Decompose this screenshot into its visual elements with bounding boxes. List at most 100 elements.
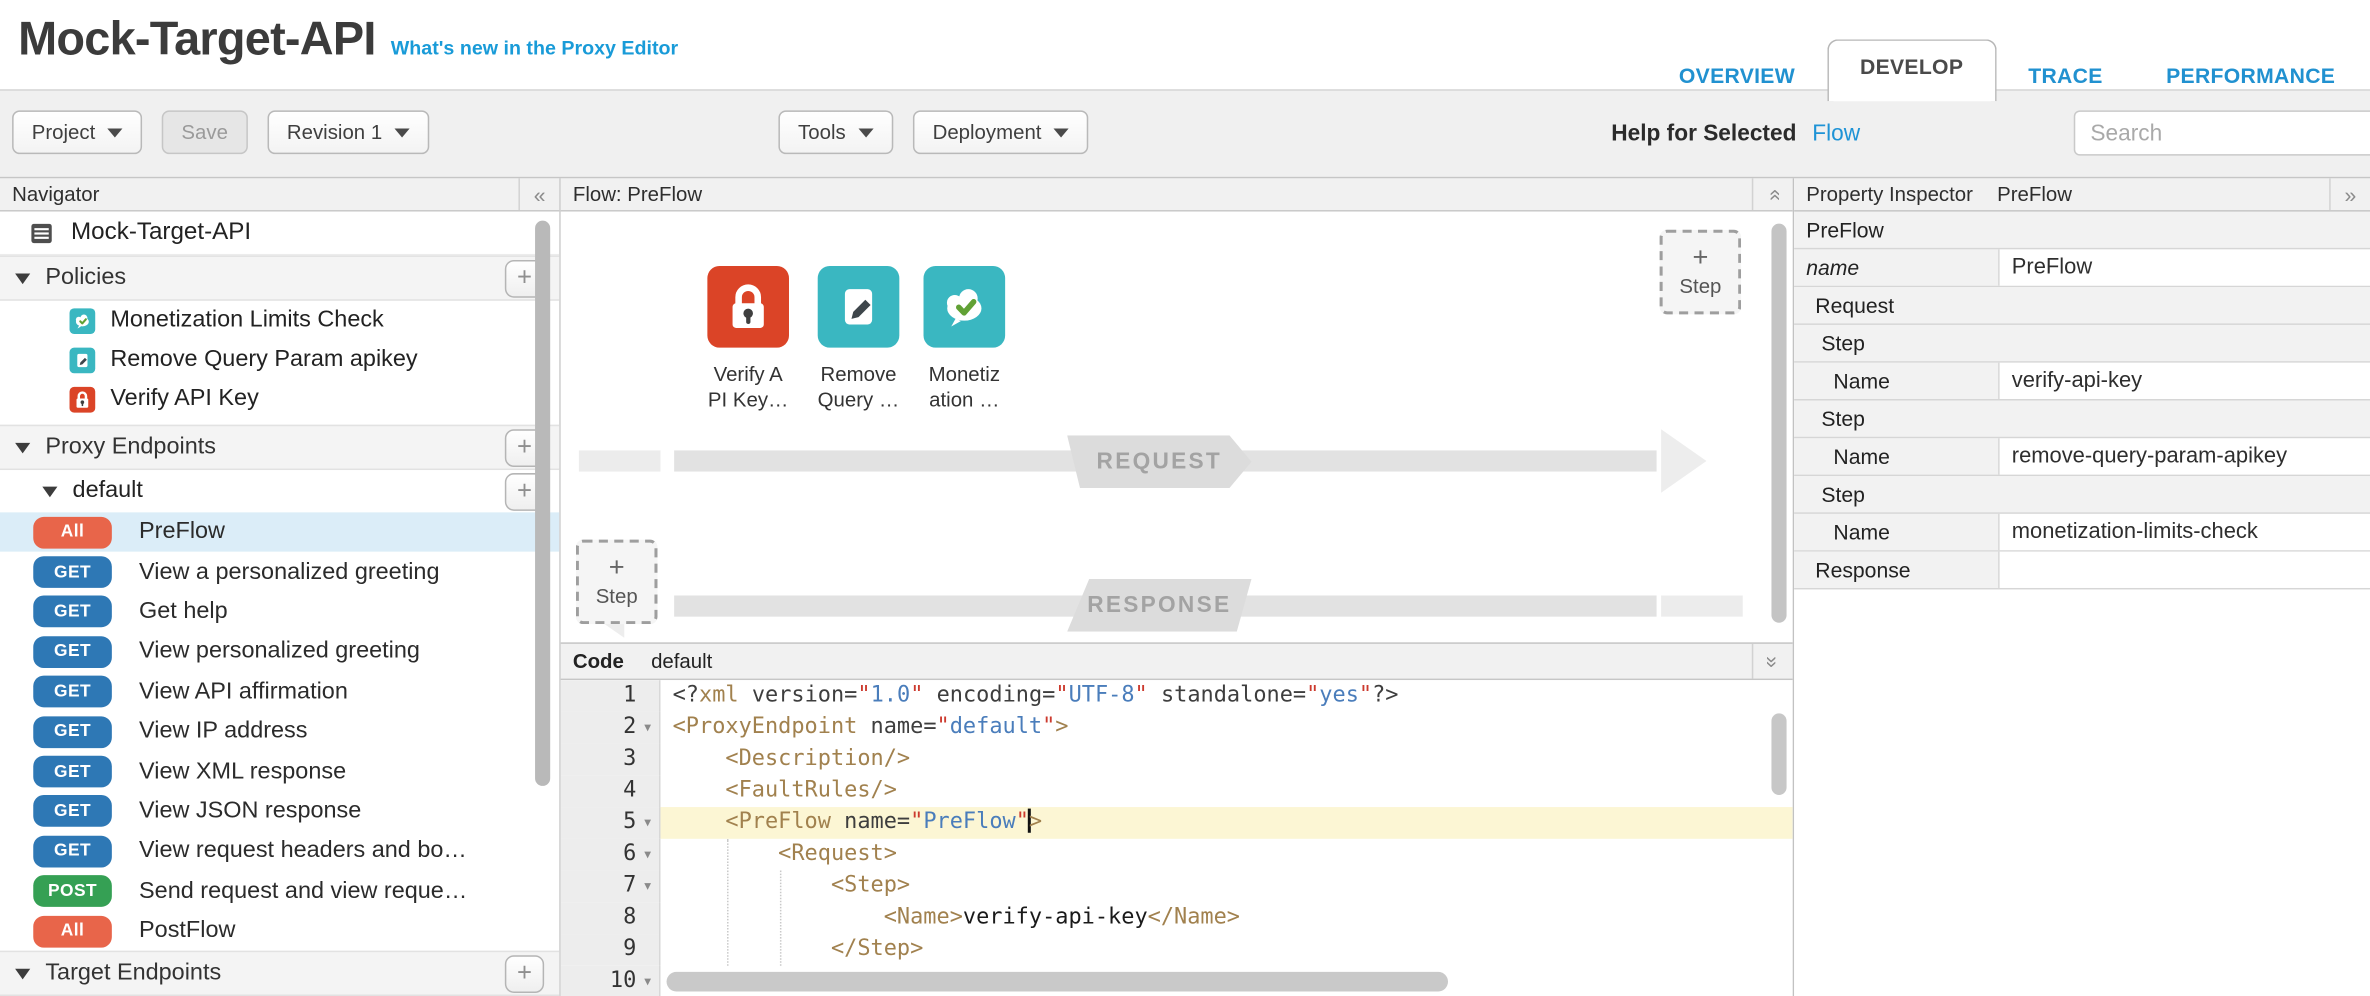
navigator-scrollbar[interactable] bbox=[535, 221, 550, 786]
code-line-content: <FaultRules/> bbox=[661, 775, 1793, 807]
tab-performance[interactable]: PERFORMANCE bbox=[2134, 51, 2367, 101]
code-line-3[interactable]: 3 <Description/> bbox=[561, 744, 1793, 776]
tab-develop[interactable]: DEVELOP bbox=[1827, 39, 1997, 101]
add-step-button-bottom[interactable]: Step bbox=[576, 540, 658, 625]
collapse-navigator-icon[interactable]: « bbox=[518, 178, 559, 210]
navigator-tree: Mock-Target-APIPoliciesMonetization Limi… bbox=[0, 212, 559, 996]
nav-flow-view-ip-address[interactable]: GETView IP address bbox=[0, 712, 559, 752]
nav-flow-view-personalized-greeting[interactable]: GETView personalized greeting bbox=[0, 632, 559, 672]
nav-policy-remove-query-param-apikey[interactable]: Remove Query Param apikey bbox=[0, 340, 559, 379]
fold-caret-icon[interactable]: ▾ bbox=[636, 966, 659, 996]
fold-caret-icon[interactable]: ▾ bbox=[636, 807, 659, 839]
code-horizontal-scrollbar[interactable] bbox=[667, 972, 1448, 992]
lock-icon bbox=[707, 266, 789, 348]
navigator-panel: Navigator « Mock-Target-APIPoliciesMonet… bbox=[0, 178, 561, 996]
nav-flow-view-json-response[interactable]: GETView JSON response bbox=[0, 792, 559, 832]
chevron-down-icon bbox=[1054, 128, 1069, 137]
chevron-down-icon bbox=[394, 128, 409, 137]
help-flow-link[interactable]: Flow bbox=[1812, 121, 1860, 147]
nav-flow-view-xml-response[interactable]: GETView XML response bbox=[0, 752, 559, 792]
save-button[interactable]: Save bbox=[162, 110, 248, 154]
nav-flow-send-request-and-view-reque[interactable]: POSTSend request and view reque… bbox=[0, 871, 559, 911]
screen: Mock-Target-API What's new in the Proxy … bbox=[0, 0, 2370, 996]
flow-canvas[interactable]: Verify API Key… RemoveQuery …Monetization… bbox=[561, 212, 1793, 643]
property-row-name-preflow: namePreFlow bbox=[1794, 249, 2370, 287]
nav-section-policies[interactable]: Policies bbox=[0, 255, 559, 300]
code-line-content: </Step> bbox=[661, 934, 1793, 966]
property-value-field[interactable] bbox=[2000, 552, 2370, 588]
pencil-icon bbox=[818, 266, 900, 348]
method-badge: All bbox=[33, 516, 112, 548]
property-row-name-monetization-limits-check: Namemonetization-limits-check bbox=[1794, 514, 2370, 552]
property-value-field[interactable]: verify-api-key bbox=[2000, 363, 2370, 399]
code-line-2[interactable]: 2▾<ProxyEndpoint name="default"> bbox=[561, 712, 1793, 744]
code-line-1[interactable]: 1<?xml version="1.0" encoding="UTF-8" st… bbox=[561, 680, 1793, 712]
toolbar: Project Save Revision 1 Tools Deployment… bbox=[0, 89, 2370, 178]
nav-flow-get-help[interactable]: GETGet help bbox=[0, 592, 559, 632]
code-line-4[interactable]: 4 <FaultRules/> bbox=[561, 775, 1793, 807]
nav-root-mock-target-api[interactable]: Mock-Target-API bbox=[0, 212, 559, 256]
nav-section-target-endpoints[interactable]: Target Endpoints bbox=[0, 951, 559, 996]
code-vertical-scrollbar[interactable] bbox=[1771, 713, 1786, 795]
nav-flow-view-request-headers-and-bo[interactable]: GETView request headers and bo… bbox=[0, 831, 559, 871]
code-line-5[interactable]: 5▾ <PreFlow name="PreFlow"> bbox=[561, 807, 1793, 839]
add-step-button-top[interactable]: Step bbox=[1660, 230, 1742, 315]
flow-panel-title: Flow: PreFlow bbox=[573, 183, 702, 206]
nav-flow-view-a-personalized-greeting[interactable]: GETView a personalized greeting bbox=[0, 552, 559, 592]
collapse-code-icon[interactable]: » bbox=[1752, 644, 1793, 679]
gutter: 4 bbox=[561, 775, 661, 807]
property-label: Name bbox=[1794, 438, 2000, 474]
caret-down-icon bbox=[15, 442, 30, 453]
project-button[interactable]: Project bbox=[12, 110, 142, 154]
gutter: 6▾ bbox=[561, 839, 661, 871]
nav-flow-postflow[interactable]: AllPostFlow bbox=[0, 911, 559, 951]
nav-flow-preflow[interactable]: AllPreFlow bbox=[0, 512, 559, 552]
code-line-8[interactable]: 8 <Name>verify-api-key</Name> bbox=[561, 902, 1793, 934]
property-value-field[interactable]: monetization-limits-check bbox=[2000, 514, 2370, 550]
nav-flow-view-api-affirmation[interactable]: GETView API affirmation bbox=[0, 672, 559, 712]
caret-down-icon bbox=[42, 486, 57, 497]
plus-icon bbox=[609, 556, 625, 577]
method-badge: GET bbox=[33, 596, 112, 628]
code-line-9[interactable]: 9 </Step> bbox=[561, 934, 1793, 966]
revision-button[interactable]: Revision 1 bbox=[267, 110, 429, 154]
nav-policy-verify-api-key[interactable]: Verify API Key bbox=[0, 379, 559, 418]
collapse-inspector-icon[interactable]: » bbox=[2329, 178, 2370, 210]
property-inspector-title: Property Inspector bbox=[1806, 183, 1973, 206]
code-panel-title: Code bbox=[573, 650, 624, 673]
flow-step-remove-query-param-apikey[interactable]: RemoveQuery … bbox=[815, 266, 903, 413]
main-area: Navigator « Mock-Target-APIPoliciesMonet… bbox=[0, 178, 2370, 996]
search-input[interactable] bbox=[2074, 110, 2370, 155]
gutter: 3 bbox=[561, 744, 661, 776]
fold-caret-icon[interactable]: ▾ bbox=[636, 871, 659, 903]
property-label: name bbox=[1794, 249, 2000, 285]
nav-section-default[interactable]: default bbox=[0, 470, 559, 512]
property-value-field[interactable]: remove-query-param-apikey bbox=[2000, 438, 2370, 474]
response-arrow-stub bbox=[1661, 595, 1743, 616]
gutter: 10▾ bbox=[561, 966, 661, 996]
property-section-step: Step bbox=[1794, 476, 2370, 514]
nav-section-proxy-endpoints[interactable]: Proxy Endpoints bbox=[0, 425, 559, 470]
whats-new-link[interactable]: What's new in the Proxy Editor bbox=[391, 36, 678, 59]
method-badge: POST bbox=[33, 875, 112, 907]
code-line-6[interactable]: 6▾ <Request> bbox=[561, 839, 1793, 871]
tools-button[interactable]: Tools bbox=[778, 110, 892, 154]
code-line-content: <PreFlow name="PreFlow"> bbox=[661, 807, 1793, 839]
nav-policy-monetization-limits-check[interactable]: Monetization Limits Check bbox=[0, 301, 559, 340]
collapse-flow-icon[interactable]: » bbox=[1752, 178, 1793, 210]
deployment-button[interactable]: Deployment bbox=[913, 110, 1088, 154]
lock-icon bbox=[70, 386, 96, 412]
flow-step-verify-api-key[interactable]: Verify API Key… bbox=[704, 266, 792, 413]
fold-caret-icon[interactable]: ▾ bbox=[636, 839, 659, 871]
add-target-endpoints-button[interactable] bbox=[505, 955, 544, 993]
code-editor[interactable]: 1<?xml version="1.0" encoding="UTF-8" st… bbox=[561, 680, 1793, 996]
tab-overview[interactable]: OVERVIEW bbox=[1647, 51, 1827, 101]
tab-trace[interactable]: TRACE bbox=[1996, 51, 2134, 101]
code-panel-subtitle: default bbox=[651, 650, 712, 673]
flow-step-monetization-limits-check[interactable]: Monetization … bbox=[920, 266, 1008, 413]
property-value-field[interactable]: PreFlow bbox=[2000, 249, 2370, 285]
fold-caret-icon[interactable]: ▾ bbox=[636, 712, 659, 744]
code-line-7[interactable]: 7▾ <Step> bbox=[561, 871, 1793, 903]
caret-down-icon bbox=[15, 273, 30, 284]
flow-canvas-scrollbar[interactable] bbox=[1771, 224, 1786, 623]
